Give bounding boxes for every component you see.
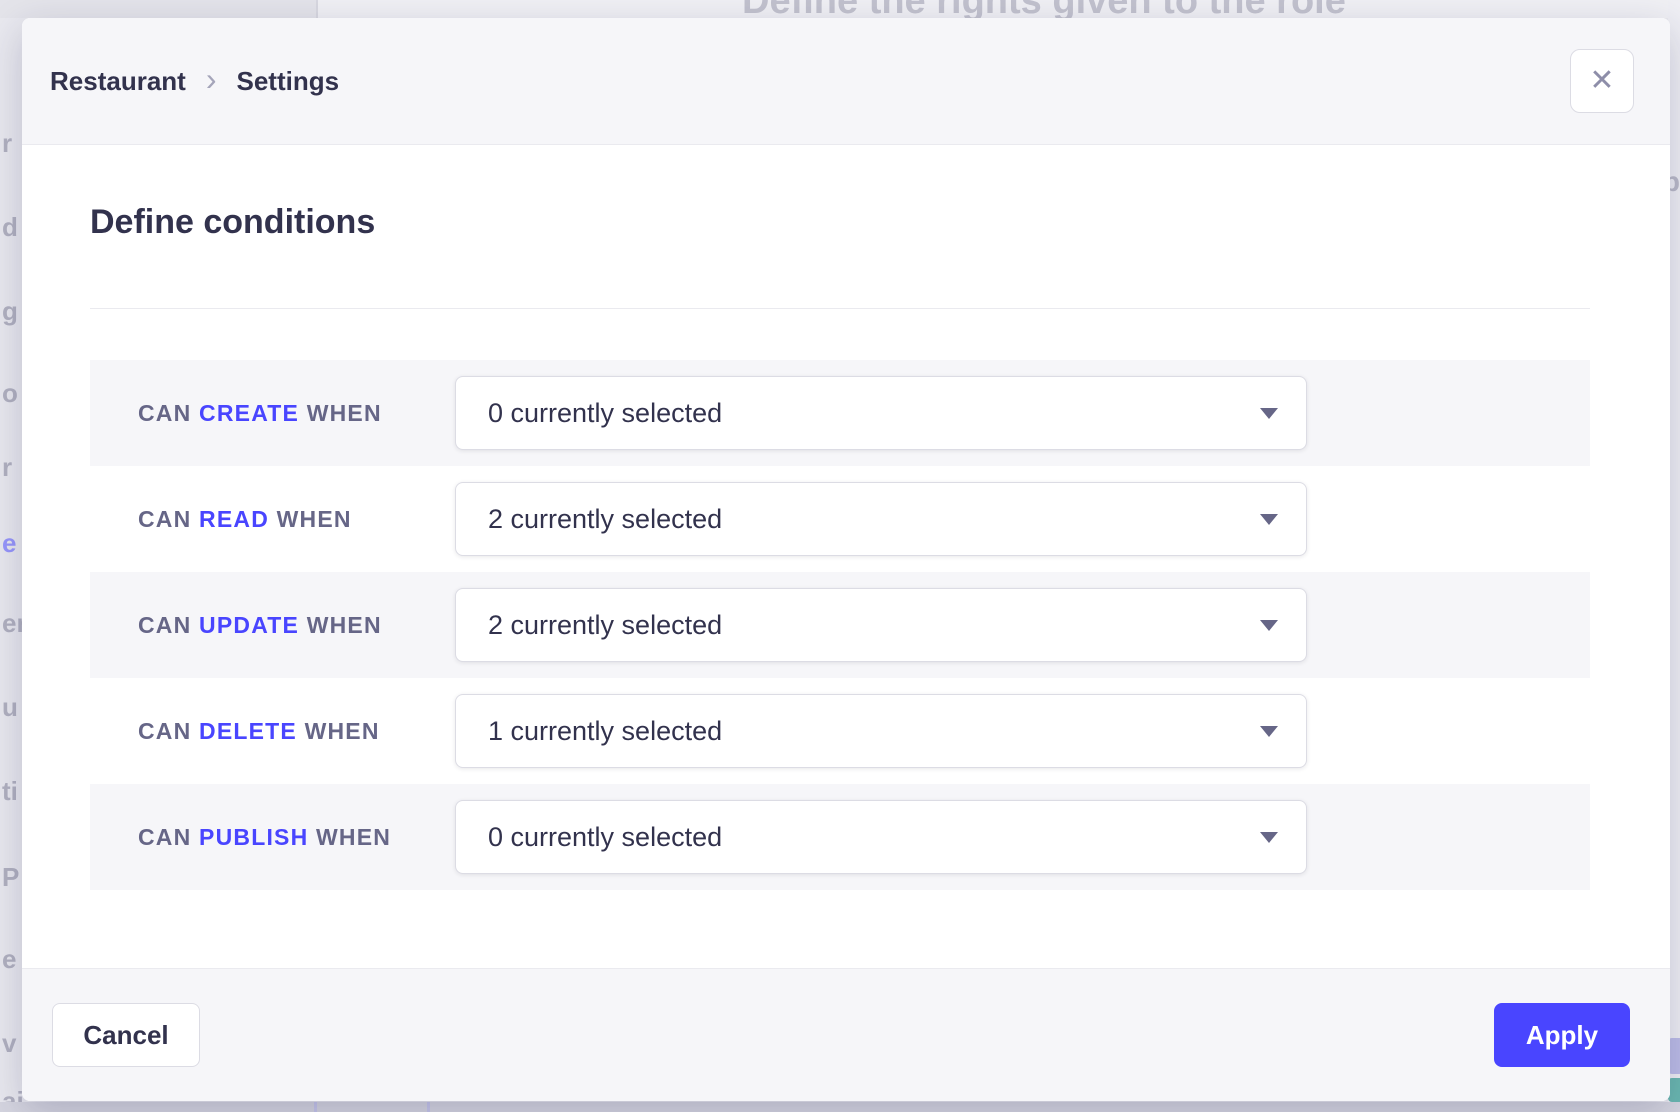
conditions-list: CAN CREATE WHEN 0 currently selected CAN…: [90, 360, 1590, 890]
condition-label-publish: CAN PUBLISH WHEN: [90, 824, 455, 851]
background-left-edge-fragment: e: [2, 528, 16, 559]
select-value: 2 currently selected: [488, 504, 722, 535]
select-value: 0 currently selected: [488, 398, 722, 429]
close-icon: ✕: [1589, 66, 1614, 96]
can-create-condition-select[interactable]: 0 currently selected: [455, 376, 1307, 450]
close-button[interactable]: ✕: [1570, 49, 1634, 113]
condition-row-read: CAN READ WHEN 2 currently selected: [90, 466, 1590, 572]
background-left-edge-fragment: ti: [2, 776, 18, 807]
label-prefix: CAN: [138, 612, 191, 638]
label-action: DELETE: [199, 718, 297, 744]
chevron-down-icon: [1260, 726, 1278, 737]
label-suffix: WHEN: [305, 718, 380, 744]
background-left-edge-fragment: d: [2, 212, 18, 243]
cancel-button[interactable]: Cancel: [52, 1003, 200, 1067]
background-left-edge-fragment: u: [2, 692, 18, 723]
define-conditions-modal: Restaurant › Settings ✕ Define condition…: [22, 18, 1670, 1101]
background-column-divider: [427, 1102, 430, 1112]
condition-label-update: CAN UPDATE WHEN: [90, 612, 455, 639]
modal-body: Define conditions CAN CREATE WHEN 0 curr…: [22, 203, 1670, 890]
chevron-down-icon: [1260, 514, 1278, 525]
label-action: READ: [199, 506, 269, 532]
can-read-condition-select[interactable]: 2 currently selected: [455, 482, 1307, 556]
label-prefix: CAN: [138, 718, 191, 744]
condition-row-create: CAN CREATE WHEN 0 currently selected: [90, 360, 1590, 466]
label-suffix: WHEN: [307, 400, 382, 426]
background-left-edge-fragment: o: [2, 378, 18, 409]
condition-label-create: CAN CREATE WHEN: [90, 400, 455, 427]
modal-header: Restaurant › Settings ✕: [22, 18, 1670, 145]
background-left-edge-fragment: e: [2, 944, 16, 975]
background-left-edge-text: rdgoreerutiPevai: [0, 0, 22, 1112]
condition-row-delete: CAN DELETE WHEN 1 currently selected: [90, 678, 1590, 784]
label-suffix: WHEN: [307, 612, 382, 638]
background-left-edge-fragment: v: [2, 1028, 16, 1059]
label-suffix: WHEN: [277, 506, 352, 532]
label-action: UPDATE: [199, 612, 299, 638]
background-left-edge-fragment: r: [2, 452, 12, 483]
condition-row-publish: CAN PUBLISH WHEN 0 currently selected: [90, 784, 1590, 890]
select-value: 1 currently selected: [488, 716, 722, 747]
background-topbar-right: Define the rights given to the role: [316, 0, 1680, 18]
background-left-edge-fragment: g: [2, 296, 18, 327]
background-bottom-strip: [0, 1102, 1680, 1112]
background-left-edge-fragment: P: [2, 862, 19, 893]
title-divider: [90, 308, 1590, 309]
condition-label-read: CAN READ WHEN: [90, 506, 455, 533]
can-publish-condition-select[interactable]: 0 currently selected: [455, 800, 1307, 874]
can-delete-condition-select[interactable]: 1 currently selected: [455, 694, 1307, 768]
breadcrumb-item-settings[interactable]: Settings: [236, 66, 339, 97]
chevron-right-icon: ›: [206, 63, 217, 99]
chevron-down-icon: [1260, 620, 1278, 631]
can-update-condition-select[interactable]: 2 currently selected: [455, 588, 1307, 662]
chevron-down-icon: [1260, 832, 1278, 843]
label-prefix: CAN: [138, 400, 191, 426]
select-value: 2 currently selected: [488, 610, 722, 641]
background-left-edge-fragment: r: [2, 128, 12, 159]
label-action: CREATE: [199, 400, 299, 426]
label-action: PUBLISH: [199, 824, 308, 850]
background-column-divider: [314, 1102, 317, 1112]
modal-title: Define conditions: [90, 203, 1670, 242]
condition-row-update: CAN UPDATE WHEN 2 currently selected: [90, 572, 1590, 678]
chevron-down-icon: [1260, 408, 1278, 419]
apply-button[interactable]: Apply: [1494, 1003, 1630, 1067]
label-prefix: CAN: [138, 824, 191, 850]
breadcrumb-item-restaurant[interactable]: Restaurant: [50, 66, 186, 97]
breadcrumb: Restaurant › Settings: [50, 63, 339, 99]
label-prefix: CAN: [138, 506, 191, 532]
condition-label-delete: CAN DELETE WHEN: [90, 718, 455, 745]
modal-footer: Cancel Apply: [22, 968, 1670, 1101]
background-topbar-left: [0, 0, 316, 18]
select-value: 0 currently selected: [488, 822, 722, 853]
label-suffix: WHEN: [316, 824, 391, 850]
